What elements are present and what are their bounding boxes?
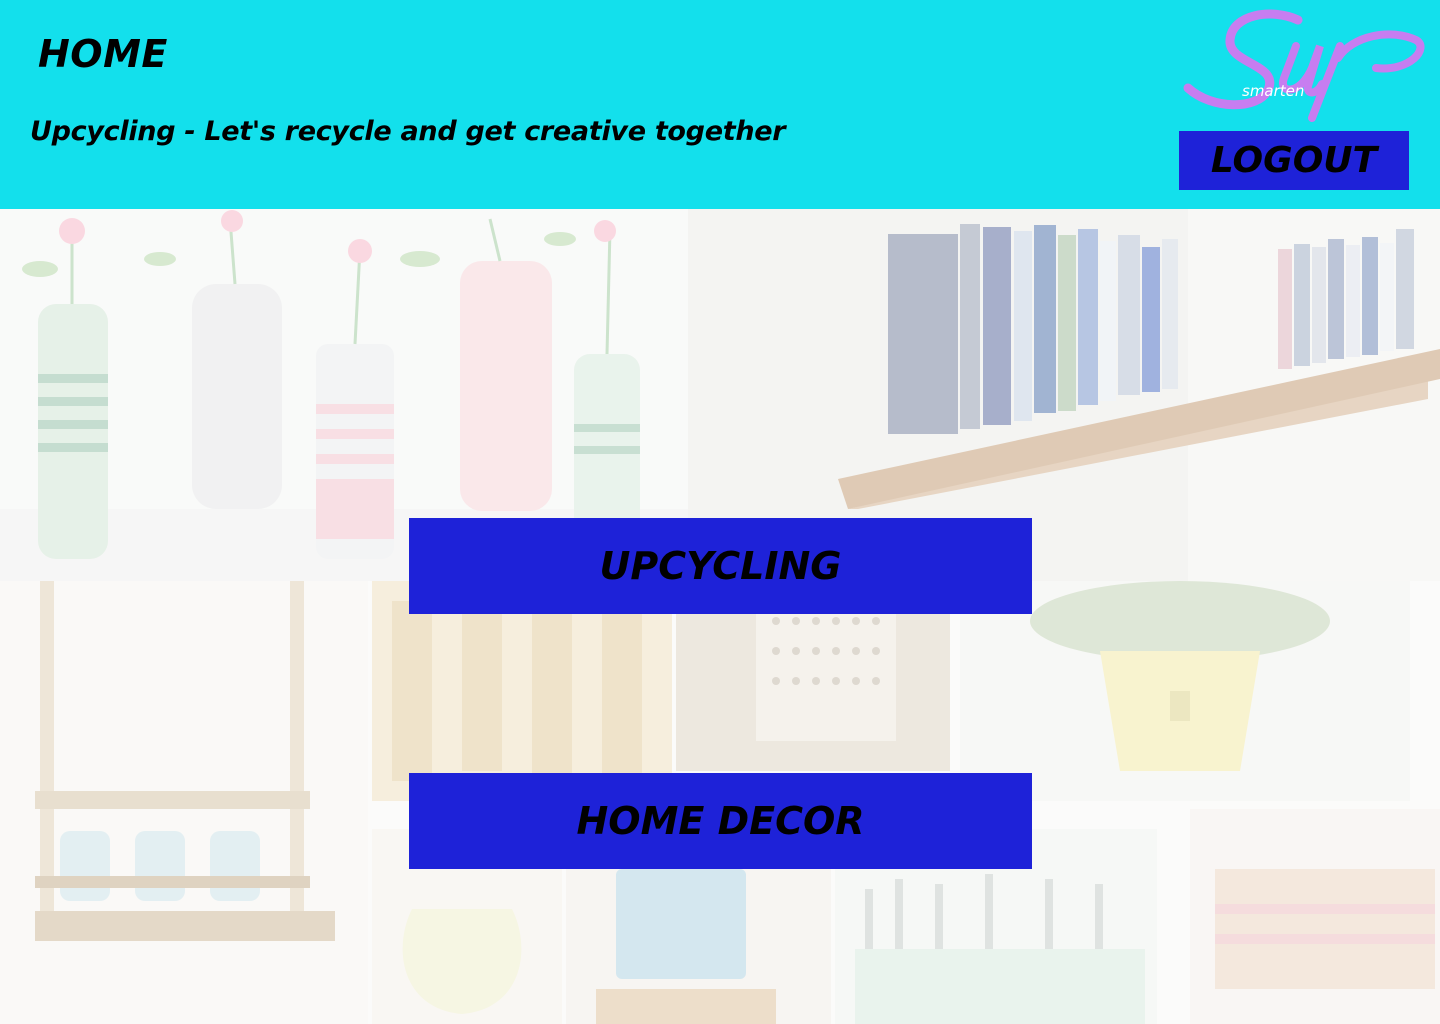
tagline: Upcycling - Let's recycle and get creati… (30, 116, 786, 147)
header-bar: HOME Upcycling - Let's recycle and get c… (0, 0, 1440, 209)
page-title: HOME (38, 32, 168, 76)
upcycling-button[interactable]: UPCYCLING (409, 518, 1032, 614)
background-overlay (0, 209, 1440, 1024)
home-decor-button[interactable]: HOME DECOR (409, 773, 1032, 869)
brand-logo[interactable]: smarten (1180, 6, 1430, 124)
logo-subtext: smarten (1242, 82, 1304, 100)
logout-button[interactable]: LOGOUT (1179, 131, 1409, 190)
background-collage (0, 209, 1440, 1024)
